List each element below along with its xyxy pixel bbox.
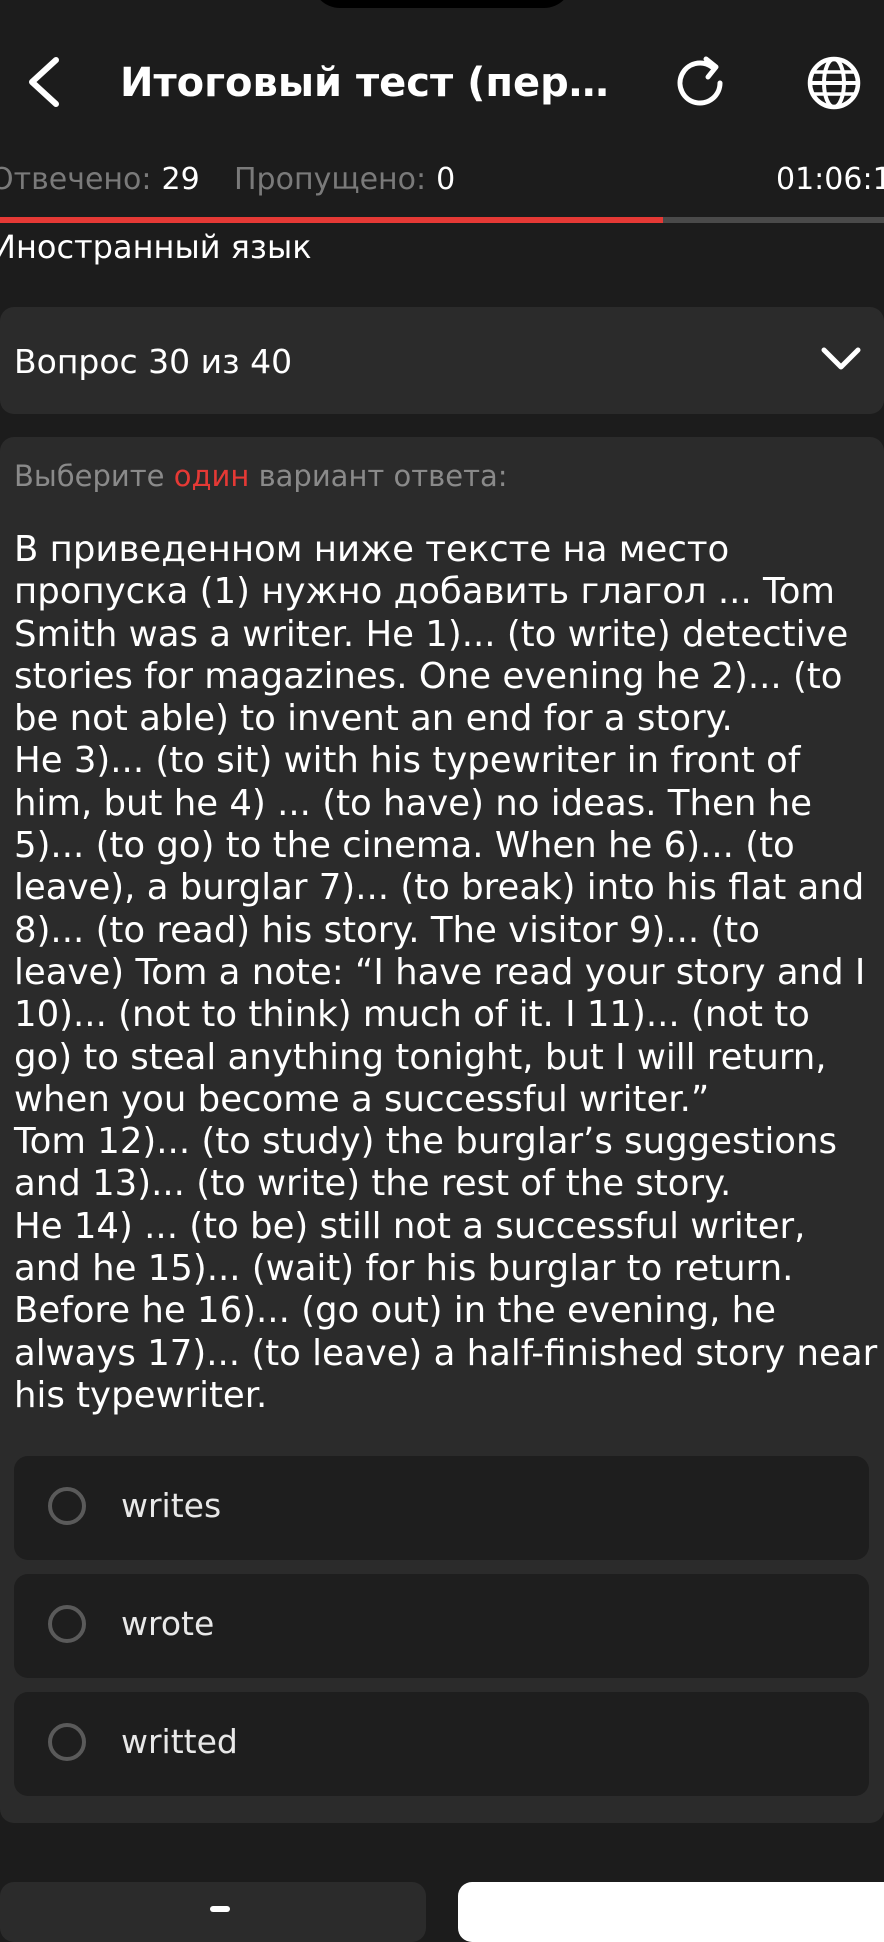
- skipped-value: 0: [436, 162, 456, 197]
- skipped-label: Пропущено:: [234, 162, 427, 197]
- reload-button[interactable]: [672, 53, 732, 113]
- button-glyph: [210, 1906, 230, 1912]
- back-button[interactable]: [22, 52, 72, 112]
- chevron-down-icon: [821, 347, 861, 370]
- progress-fill: [0, 217, 663, 223]
- answer-instruction: Выберите один вариант ответа:: [14, 459, 508, 493]
- instruction-prefix: Выберите: [14, 459, 165, 493]
- globe-icon: [807, 56, 861, 110]
- question-paragraph: В приведенном ниже тексте на место пропу…: [14, 529, 849, 740]
- test-stats: Отвечено: 29 Пропущено: 0 01:06:12: [0, 162, 884, 202]
- radio-button[interactable]: [48, 1723, 86, 1761]
- question-number: Вопрос 30 из 40: [14, 342, 293, 381]
- reload-icon: [677, 56, 723, 106]
- question-selector[interactable]: Вопрос 30 из 40: [0, 307, 884, 414]
- question-paragraph: Tom 12)... (to study) the burglar’s sugg…: [14, 1121, 838, 1205]
- language-button[interactable]: [804, 53, 864, 113]
- question-text: В приведенном ниже тексте на место пропу…: [14, 529, 879, 1417]
- answered-value: 29: [161, 162, 200, 197]
- option-label: writes: [121, 1486, 222, 1525]
- skipped-counter: Пропущено: 0: [234, 162, 455, 197]
- page-title: Итоговый тест (пересд...: [120, 60, 630, 106]
- secondary-action-button[interactable]: [0, 1882, 426, 1942]
- answered-counter: Отвечено: 29: [0, 162, 200, 197]
- question-card: Выберите один вариант ответа: В приведен…: [0, 437, 884, 1823]
- instruction-suffix: вариант ответа:: [258, 459, 508, 493]
- answered-label: Отвечено:: [0, 162, 152, 197]
- radio-button[interactable]: [48, 1487, 86, 1525]
- option-label: wrote: [121, 1604, 215, 1643]
- chevron-left-icon: [29, 57, 59, 107]
- answer-option[interactable]: writted: [14, 1692, 869, 1796]
- top-bar: Итоговый тест (пересд...: [0, 0, 884, 165]
- question-paragraph: He 14) ... (to be) still not a successfu…: [14, 1205, 878, 1416]
- answer-option[interactable]: wrote: [14, 1574, 869, 1678]
- question-paragraph: He 3)... (to sit) with his typewriter in…: [14, 740, 866, 1120]
- radio-button[interactable]: [48, 1605, 86, 1643]
- instruction-accent: один: [173, 459, 250, 493]
- subject-label: Иностранный язык: [0, 228, 312, 266]
- primary-action-button[interactable]: [458, 1882, 884, 1942]
- timer: 01:06:12: [776, 162, 884, 197]
- progress-bar: [0, 217, 884, 223]
- option-label: writted: [121, 1722, 238, 1761]
- answer-option[interactable]: writes: [14, 1456, 869, 1560]
